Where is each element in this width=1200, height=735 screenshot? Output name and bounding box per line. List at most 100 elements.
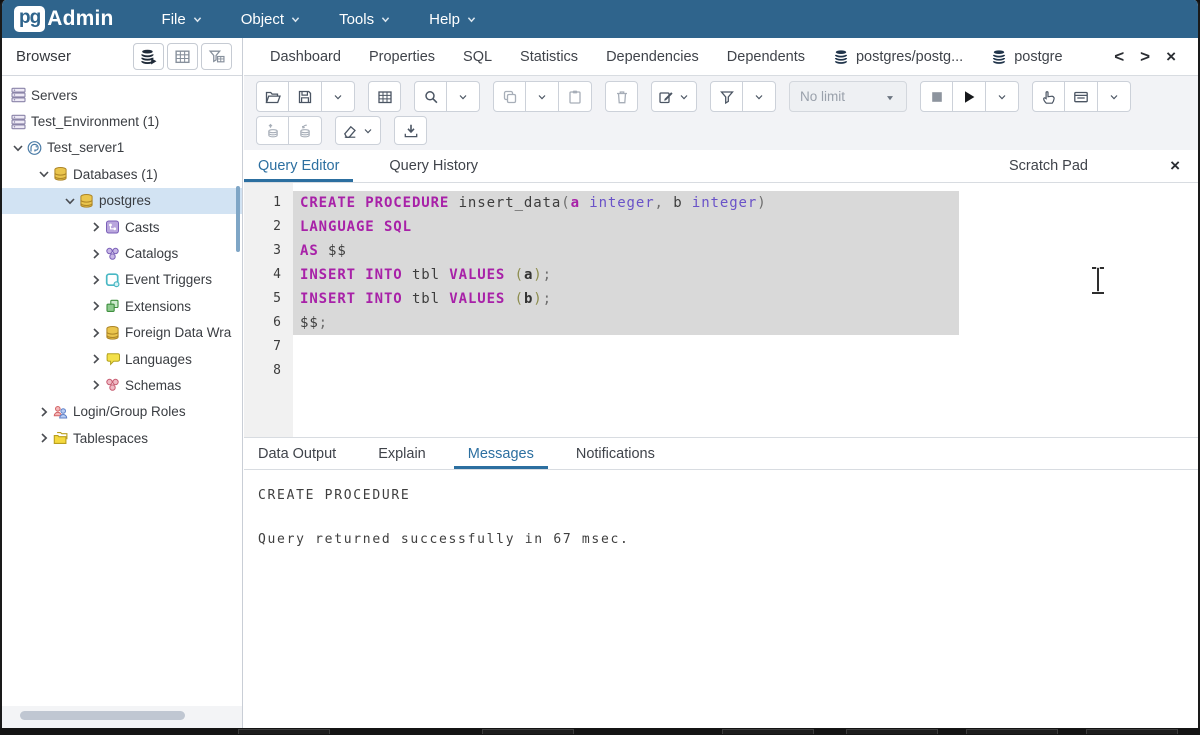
menu-tools[interactable]: Tools — [327, 5, 403, 34]
tab-close-button[interactable]: × — [1166, 47, 1176, 67]
menu-file[interactable]: File — [150, 5, 215, 34]
scratch-pad-close-button[interactable]: × — [1170, 156, 1180, 176]
tab-query-history[interactable]: Query History — [375, 150, 492, 182]
stop-icon — [929, 89, 945, 105]
tab-label: Query History — [389, 158, 478, 174]
tab-messages[interactable]: Messages — [454, 438, 548, 469]
clear-query-button[interactable] — [335, 116, 381, 145]
chevron-right-icon[interactable] — [88, 377, 104, 393]
menu-object[interactable]: Object — [229, 5, 313, 34]
code-line[interactable]: CREATE PROCEDURE insert_data(a integer, … — [293, 191, 1198, 215]
tree-horizontal-scrollbar-thumb[interactable] — [20, 711, 185, 720]
chevron-right-icon[interactable] — [88, 246, 104, 262]
execute-options-caret[interactable] — [986, 81, 1019, 112]
tree-item-test-server1[interactable]: Test_server1 — [2, 135, 242, 161]
code-line[interactable]: LANGUAGE SQL — [293, 215, 1198, 239]
code-line[interactable] — [293, 359, 1198, 383]
tab-query-editor[interactable]: Query Editor — [244, 150, 353, 182]
tab-query-tool-postgres-2[interactable]: postgre — [977, 38, 1076, 75]
execute-query-button[interactable] — [953, 81, 986, 112]
tab-scroll-right-button[interactable]: > — [1140, 47, 1150, 67]
tree-item-foreign-data-wrappers[interactable]: Foreign Data Wra — [2, 320, 242, 346]
save-file-button[interactable] — [289, 81, 322, 112]
line-number: 3 — [244, 239, 293, 263]
tree-item-tablespaces[interactable]: Tablespaces — [2, 425, 242, 451]
line-number: 1 — [244, 191, 293, 215]
download-results-button[interactable] — [394, 116, 427, 145]
rollback-button[interactable] — [289, 116, 322, 145]
database-stack-icon — [833, 49, 849, 64]
code-line[interactable]: INSERT INTO tbl VALUES (a); — [293, 263, 1198, 287]
chevron-down-icon — [536, 91, 548, 103]
chevron-down-icon[interactable] — [36, 166, 52, 182]
tree-item-login-group-roles[interactable]: Login/Group Roles — [2, 399, 242, 425]
tab-dashboard[interactable]: Dashboard — [256, 38, 355, 75]
menu-tools-label: Tools — [339, 11, 374, 28]
search-icon — [423, 89, 439, 105]
tree-item-event-triggers[interactable]: Event Triggers — [2, 267, 242, 293]
trash-icon — [614, 89, 630, 105]
commit-button[interactable] — [256, 116, 289, 145]
filter-options-caret[interactable] — [743, 81, 776, 112]
chevron-down-icon[interactable] — [10, 140, 26, 156]
tab-statistics[interactable]: Statistics — [506, 38, 592, 75]
tab-properties[interactable]: Properties — [355, 38, 449, 75]
tree-item-extensions[interactable]: Extensions — [2, 293, 242, 319]
macros-options-caret[interactable] — [1098, 81, 1131, 112]
row-limit-select[interactable]: No limit — [789, 81, 907, 112]
code-line[interactable] — [293, 335, 1198, 359]
tab-dependents[interactable]: Dependents — [713, 38, 819, 75]
tree-item-catalogs[interactable]: Catalogs — [2, 240, 242, 266]
tree-item-servers[interactable]: Servers — [2, 82, 242, 108]
object-explorer-button[interactable] — [133, 43, 164, 70]
paste-button[interactable] — [559, 81, 592, 112]
chevron-right-icon[interactable] — [88, 351, 104, 367]
tree-item-databases[interactable]: Databases (1) — [2, 161, 242, 187]
filter-dialog-button[interactable] — [368, 81, 401, 112]
copy-button[interactable] — [493, 81, 526, 112]
dependencies-grid-button[interactable] — [167, 43, 198, 70]
tab-scroll-left-button[interactable]: < — [1114, 47, 1124, 67]
tab-dependencies[interactable]: Dependencies — [592, 38, 713, 75]
open-file-button[interactable] — [256, 81, 289, 112]
tab-data-output[interactable]: Data Output — [244, 438, 350, 469]
chevron-right-icon[interactable] — [36, 404, 52, 420]
chevron-down-icon — [192, 14, 203, 25]
cancel-query-button[interactable] — [920, 81, 953, 112]
tree-vertical-scrollbar[interactable] — [236, 186, 240, 252]
code-line[interactable]: $$; — [293, 311, 1198, 335]
chevron-right-icon[interactable] — [88, 298, 104, 314]
tab-notifications[interactable]: Notifications — [562, 438, 669, 469]
chevron-right-icon[interactable] — [88, 325, 104, 341]
tree-item-schemas[interactable]: Schemas — [2, 372, 242, 398]
sql-editor[interactable]: 12345678 CREATE PROCEDURE insert_data(a … — [244, 183, 1198, 437]
code-line[interactable]: INSERT INTO tbl VALUES (b); — [293, 287, 1198, 311]
chevron-down-icon[interactable] — [62, 193, 78, 209]
tab-sql[interactable]: SQL — [449, 38, 506, 75]
filter-button[interactable] — [710, 81, 743, 112]
browser-filter-button[interactable] — [201, 43, 232, 70]
save-options-caret[interactable] — [322, 81, 355, 112]
chevron-right-icon[interactable] — [88, 219, 104, 235]
find-options-caret[interactable] — [447, 81, 480, 112]
tree-horizontal-scrollbar-track[interactable] — [2, 706, 242, 728]
tree-item-label: Catalogs — [125, 246, 178, 261]
tab-explain[interactable]: Explain — [364, 438, 440, 469]
tree-item-casts[interactable]: Casts — [2, 214, 242, 240]
menu-help[interactable]: Help — [417, 5, 489, 34]
hand-pointer-button[interactable] — [1032, 81, 1065, 112]
chevron-right-icon[interactable] — [36, 430, 52, 446]
tree-item-test-environment[interactable]: Test_Environment (1) — [2, 108, 242, 134]
edit-menu-button[interactable] — [651, 81, 697, 112]
table-grid-icon — [377, 89, 393, 105]
tree-item-postgres[interactable]: postgres — [2, 188, 242, 214]
tree-item-languages[interactable]: Languages — [2, 346, 242, 372]
copy-options-caret[interactable] — [526, 81, 559, 112]
delete-button[interactable] — [605, 81, 638, 112]
macros-button[interactable] — [1065, 81, 1098, 112]
chevron-right-icon[interactable] — [88, 272, 104, 288]
find-button[interactable] — [414, 81, 447, 112]
code-line[interactable]: AS $$ — [293, 239, 1198, 263]
tab-query-tool-postgres[interactable]: postgres/postg... — [819, 38, 977, 75]
code-area[interactable]: CREATE PROCEDURE insert_data(a integer, … — [293, 183, 1198, 437]
